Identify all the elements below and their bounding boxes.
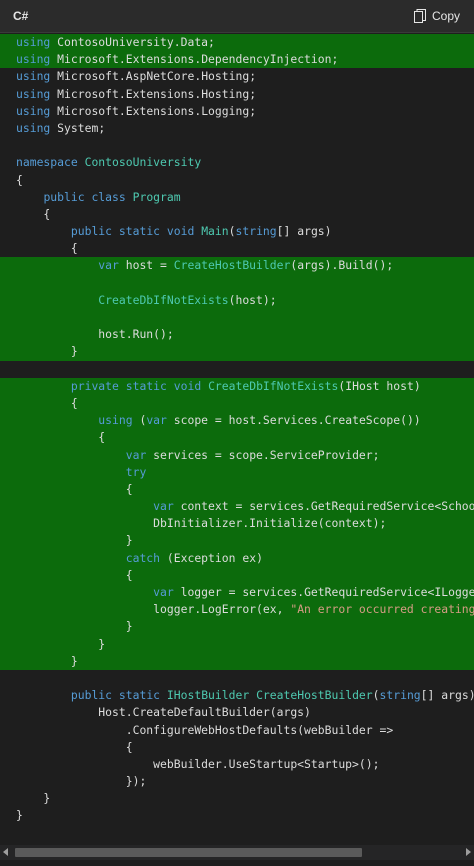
scroll-left-arrow-icon[interactable]	[3, 848, 8, 856]
scroll-right-arrow-icon[interactable]	[466, 848, 471, 856]
bottom-border	[0, 860, 474, 866]
code-line: DbInitializer.Initialize(context);	[0, 515, 474, 533]
code-content: using ContosoUniversity.Data; using Micro…	[0, 34, 474, 825]
copy-button[interactable]: Copy	[413, 6, 460, 26]
copy-label: Copy	[431, 9, 460, 23]
code-line: CreateDbIfNotExists(host);	[0, 291, 474, 309]
code-line: }	[0, 652, 474, 670]
code-line: });	[16, 774, 147, 789]
code-line: logger.LogError(ex, "An error occurred c…	[0, 601, 474, 619]
code-line: }	[0, 343, 474, 361]
language-label: C#	[13, 9, 29, 23]
code-line: {	[16, 172, 23, 187]
code-line: using (var scope = host.Services.CreateS…	[0, 412, 474, 430]
code-line: public static IHostBuilder CreateHostBui…	[70, 688, 474, 703]
code-line: var logger = services.GetRequiredService…	[0, 584, 474, 602]
code-line: var host = CreateHostBuilder(args).Build…	[0, 257, 474, 275]
code-line: catch (Exception ex)	[0, 549, 474, 567]
code-line: using ContosoUniversity.Data;	[0, 34, 474, 52]
code-line: {	[16, 206, 51, 221]
code-line: .ConfigureWebHostDefaults(webBuilder =>	[16, 722, 394, 737]
code-line: var services = scope.ServiceProvider;	[0, 446, 474, 464]
code-line: public static void Main(string[] args)	[70, 224, 332, 239]
code-line: }	[16, 808, 23, 823]
code-line: {	[0, 480, 474, 499]
code-line: try	[0, 463, 474, 481]
code-line: using System;	[16, 120, 106, 135]
code-line: host.Run();	[0, 326, 474, 344]
code-line: public class Program	[43, 189, 181, 204]
scrollbar-thumb[interactable]	[15, 848, 362, 857]
code-line	[0, 309, 474, 327]
code-line: }	[16, 791, 51, 806]
code-line	[0, 274, 474, 292]
code-line: {	[16, 739, 133, 754]
copy-icon	[413, 9, 426, 23]
code-line: namespace ContosoUniversity	[16, 155, 202, 170]
code-line: var context = services.GetRequiredServic…	[0, 498, 474, 516]
code-line: webBuilder.UseStartup<Startup>();	[153, 756, 380, 771]
code-line: {	[16, 241, 78, 256]
code-line: {	[0, 429, 474, 447]
code-block: C# Copy using ContosoUniversity.Data; usi…	[0, 0, 474, 866]
code-line: {	[0, 566, 474, 584]
code-line: using Microsoft.Extensions.DependencyInj…	[0, 51, 474, 69]
code-line: using Microsoft.Extensions.Hosting;	[16, 86, 257, 101]
code-line: private static void CreateDbIfNotExists(…	[0, 377, 474, 395]
code-line: {	[0, 394, 474, 413]
code-line: }	[0, 618, 474, 636]
code-line: }	[0, 635, 474, 653]
code-header: C# Copy	[0, 0, 474, 33]
code-line: using Microsoft.AspNetCore.Hosting;	[16, 69, 257, 84]
code-line: Host.CreateDefaultBuilder(args)	[98, 705, 311, 720]
code-line: using Microsoft.Extensions.Logging;	[16, 103, 257, 118]
horizontal-scrollbar[interactable]	[0, 845, 474, 860]
code-line: }	[0, 532, 474, 550]
